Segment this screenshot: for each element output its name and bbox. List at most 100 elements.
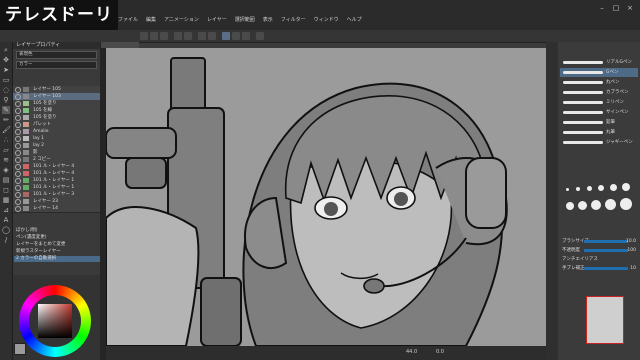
menu-selection[interactable]: 選択範囲 — [235, 16, 255, 23]
tool-column: ⌕ ✥ ➤ ▭ ◌ ⚲ ✎ ✏ 🖌 ∴ ▱ ≋ ◈ ▤ ◻ ▦ ⊿ A ◯ / — [0, 42, 13, 360]
antialias-row[interactable]: アンチエイリアス — [562, 256, 636, 263]
brush-tool-icon[interactable]: 🖌 — [2, 126, 11, 134]
visibility-eye-icon[interactable] — [15, 206, 21, 212]
history-item[interactable]: ぼかし(明) — [14, 228, 100, 234]
layer-name: パレット — [33, 122, 51, 127]
menu-window[interactable]: ウィンドウ — [314, 16, 339, 23]
current-color-swatch[interactable] — [14, 343, 26, 355]
menu-layer[interactable]: レイヤー — [207, 16, 227, 23]
zoom-readout[interactable]: 44.0 — [406, 349, 417, 355]
opacity-bar[interactable] — [584, 249, 628, 252]
selection-tool-icon[interactable]: ▭ — [2, 76, 10, 84]
redo-icon[interactable] — [184, 32, 192, 40]
figure-tool-icon[interactable]: ◻ — [2, 186, 10, 194]
balloon-tool-icon[interactable]: ◯ — [2, 226, 10, 234]
eraser-tool-icon[interactable]: ▱ — [2, 146, 10, 154]
brush-size-bar[interactable] — [584, 240, 628, 243]
menu-filter[interactable]: フィルター — [281, 16, 306, 23]
brush-size-dot[interactable] — [587, 186, 592, 191]
brush-size-dot[interactable] — [610, 184, 617, 191]
clear-icon[interactable] — [198, 32, 206, 40]
layer-name: Amalie — [33, 129, 49, 134]
brush-size-dot[interactable] — [605, 199, 616, 210]
layer-thumbnail — [23, 108, 29, 113]
history-item[interactable]: 新規ラスターレイヤー — [14, 249, 100, 255]
brush-item[interactable]: ミリペン — [560, 98, 638, 107]
menu-edit[interactable]: 編集 — [146, 16, 156, 23]
transform-icon[interactable] — [222, 32, 230, 40]
menu-bar: ファイル 編集 アニメーション レイヤー 選択範囲 表示 フィルター ウィンドウ… — [118, 14, 538, 24]
brush-size-dot[interactable] — [622, 183, 630, 191]
brush-size-dot[interactable] — [591, 200, 601, 210]
layer-thumbnail — [23, 101, 29, 106]
deselect-icon[interactable] — [232, 32, 240, 40]
brush-name: サインペン — [606, 110, 629, 115]
layer-thumbnail — [23, 171, 29, 176]
brush-item[interactable]: ジャギーペン — [560, 138, 638, 147]
history-item[interactable]: ペン(濃度変更) — [14, 235, 100, 241]
move-tool-icon[interactable]: ✥ — [2, 56, 10, 64]
fill-tool-icon[interactable]: ◈ — [2, 166, 10, 174]
frame-tool-icon[interactable]: ▦ — [2, 196, 10, 204]
ruler-tool-icon[interactable]: ⊿ — [2, 206, 10, 214]
menu-view[interactable]: 表示 — [263, 16, 273, 23]
brush-item[interactable]: 鉛筆 — [560, 118, 638, 127]
layer-name: 105 を塗り — [33, 115, 57, 120]
brush-item[interactable]: 丸ペン — [560, 78, 638, 87]
drawing-canvas[interactable] — [106, 48, 546, 346]
expression-color-select[interactable]: カラー — [16, 61, 97, 69]
menu-animation[interactable]: アニメーション — [164, 16, 199, 23]
stabilization-slider[interactable]: 手ブレ補正 10 — [562, 265, 636, 272]
navigator-thumbnail[interactable] — [586, 296, 624, 344]
gradient-tool-icon[interactable]: ▤ — [2, 176, 10, 184]
angle-readout[interactable]: 0.0 — [436, 349, 444, 355]
brush-size-dot[interactable] — [566, 202, 574, 210]
status-bar: 44.0 0.0 — [106, 346, 546, 360]
menu-file[interactable]: ファイル — [118, 16, 138, 23]
snap-icon[interactable] — [256, 32, 264, 40]
minimize-icon[interactable]: – — [596, 4, 608, 12]
history-item[interactable]: レイヤーをまとめて変更 — [14, 242, 100, 248]
brush-name: ミリペン — [606, 100, 624, 105]
new-file-icon[interactable] — [140, 32, 148, 40]
brush-size-dot[interactable] — [620, 198, 632, 210]
brush-name: リアルGペン — [606, 60, 632, 65]
zoom-tool-icon[interactable]: ⌕ — [2, 46, 10, 54]
stabilization-bar[interactable] — [584, 267, 628, 270]
brush-item[interactable]: リアルGペン — [560, 58, 638, 67]
open-file-icon[interactable] — [150, 32, 158, 40]
history-item[interactable]: 2 カラーの自動選択 — [14, 256, 100, 262]
brush-size-dot[interactable] — [576, 187, 580, 191]
color-square[interactable] — [38, 304, 72, 338]
layer-row[interactable]: レイヤー 14 — [13, 205, 100, 213]
lasso-tool-icon[interactable]: ◌ — [2, 86, 10, 94]
brush-item[interactable]: カブラペン — [560, 88, 638, 97]
stabilization-label: 手ブレ補正 — [562, 266, 585, 271]
brush-size-dot[interactable] — [578, 201, 587, 210]
line-tool-icon[interactable]: / — [2, 236, 10, 244]
pen-tool-icon[interactable]: ✎ — [2, 106, 10, 114]
operation-tool-icon[interactable]: ➤ — [2, 66, 10, 74]
close-icon[interactable]: × — [624, 4, 636, 12]
airbrush-tool-icon[interactable]: ∴ — [2, 136, 10, 144]
brush-size-slider[interactable]: ブラシサイズ 10.0 — [562, 238, 636, 245]
maximize-icon[interactable]: □ — [610, 4, 622, 12]
menu-help[interactable]: ヘルプ — [347, 16, 362, 23]
brush-item[interactable]: Gペン — [560, 68, 638, 77]
brush-size-dot[interactable] — [598, 185, 604, 191]
undo-icon[interactable] — [174, 32, 182, 40]
blend-tool-icon[interactable]: ≋ — [2, 156, 10, 164]
brush-item[interactable]: 丸筆 — [560, 128, 638, 137]
opacity-slider[interactable]: 不透明度 100 — [562, 247, 636, 254]
text-tool-icon[interactable]: A — [2, 216, 10, 224]
brush-name: 丸筆 — [606, 130, 615, 135]
eyedropper-tool-icon[interactable]: ⚲ — [2, 96, 10, 104]
brush-size-dot[interactable] — [566, 188, 569, 191]
layer-thumbnail — [23, 164, 29, 169]
brush-item[interactable]: サインペン — [560, 108, 638, 117]
layer-thumbnail — [23, 150, 29, 155]
fill-icon[interactable] — [208, 32, 216, 40]
pencil-tool-icon[interactable]: ✏ — [2, 116, 10, 124]
save-icon[interactable] — [160, 32, 168, 40]
invert-selection-icon[interactable] — [242, 32, 250, 40]
